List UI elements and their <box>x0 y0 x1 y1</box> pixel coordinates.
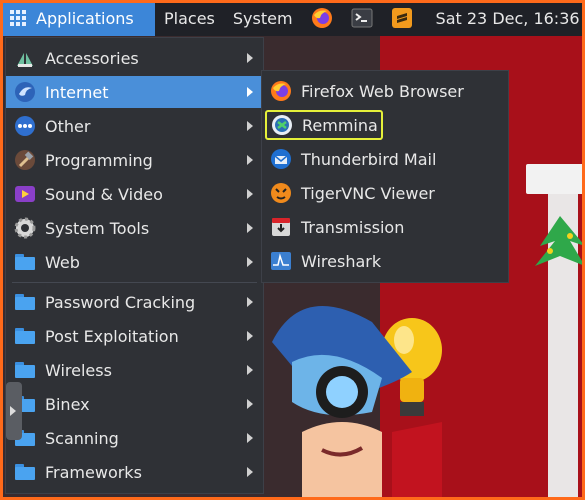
menu-item-label: Programming <box>45 150 153 170</box>
terminal-icon <box>351 8 373 28</box>
menu-item-internet[interactable]: Internet <box>6 76 263 108</box>
applications-menu-button[interactable]: Applications <box>0 0 155 36</box>
app-grid-icon <box>10 10 26 26</box>
expand-arrow-icon <box>10 406 16 416</box>
submenu-item-remmina[interactable]: Remmina <box>265 110 383 140</box>
terminal-launcher[interactable] <box>351 7 373 29</box>
menu-item-sound-video[interactable]: Sound & Video <box>6 178 263 210</box>
remmina-icon <box>271 114 293 136</box>
sound-video-icon <box>14 183 36 205</box>
submenu-item-label: Remmina <box>302 115 378 135</box>
menu-item-label: Post Exploitation <box>45 326 179 346</box>
submenu-item-wireshark[interactable]: Wireshark <box>262 245 508 277</box>
menu-item-post-exploitation[interactable]: Post Exploitation <box>6 320 263 352</box>
applications-label: Applications <box>36 8 134 28</box>
menu-item-label: Web <box>45 252 80 272</box>
submenu-arrow-icon <box>247 189 253 199</box>
menu-item-label: Frameworks <box>45 462 142 482</box>
folder-icon <box>14 291 36 313</box>
submenu-item-label: Wireshark <box>301 251 382 271</box>
submenu-arrow-icon <box>247 399 253 409</box>
folder-icon <box>14 461 36 483</box>
submenu-arrow-icon <box>247 365 253 375</box>
submenu-item-label: Transmission <box>301 217 405 237</box>
submenu-arrow-icon <box>247 297 253 307</box>
submenu-arrow-icon <box>247 257 253 267</box>
menu-item-frameworks[interactable]: Frameworks <box>6 456 263 488</box>
sublime-launcher[interactable] <box>391 7 413 29</box>
menu-item-label: Internet <box>45 82 109 102</box>
menu-item-password-cracking[interactable]: Password Cracking <box>6 286 263 318</box>
menu-item-label: Scanning <box>45 428 119 448</box>
dock-expand-handle[interactable] <box>6 382 22 440</box>
menu-item-label: System Tools <box>45 218 150 238</box>
submenu-arrow-icon <box>247 87 253 97</box>
other-icon <box>14 115 36 137</box>
applications-menu: Accessories Internet Other Programming S… <box>5 37 264 494</box>
submenu-arrow-icon <box>247 223 253 233</box>
transmission-icon <box>270 216 292 238</box>
submenu-item-label: TigerVNC Viewer <box>301 183 435 203</box>
menu-item-label: Wireless <box>45 360 112 380</box>
places-label: Places <box>164 8 215 28</box>
folder-icon <box>14 359 36 381</box>
submenu-arrow-icon <box>247 155 253 165</box>
firefox-icon <box>311 8 332 28</box>
sublime-text-icon <box>391 8 412 28</box>
wireshark-icon <box>270 250 292 272</box>
clock[interactable]: Sat 23 Dec, 16:36 <box>436 9 580 28</box>
menu-item-other[interactable]: Other <box>6 110 263 142</box>
internet-submenu: Firefox Web Browser Remmina Thunderbird … <box>261 70 509 283</box>
firefox-icon <box>270 80 292 102</box>
submenu-arrow-icon <box>247 53 253 63</box>
menu-item-programming[interactable]: Programming <box>6 144 263 176</box>
places-menu-button[interactable]: Places <box>155 0 224 36</box>
system-menu-button[interactable]: System <box>224 0 302 36</box>
wallpaper-character <box>272 306 442 500</box>
submenu-item-transmission[interactable]: Transmission <box>262 211 508 243</box>
submenu-item-tigervnc[interactable]: TigerVNC Viewer <box>262 177 508 209</box>
menu-item-web[interactable]: Web <box>6 246 263 278</box>
tigervnc-icon <box>270 182 292 204</box>
submenu-item-label: Firefox Web Browser <box>301 81 464 101</box>
menu-item-label: Accessories <box>45 48 139 68</box>
submenu-item-label: Thunderbird Mail <box>301 149 437 169</box>
programming-icon <box>14 149 36 171</box>
submenu-arrow-icon <box>247 331 253 341</box>
thunderbird-icon <box>270 148 292 170</box>
top-panel: Applications Places System Sat 23 Dec, 1… <box>0 0 585 36</box>
menu-item-scanning[interactable]: Scanning <box>6 422 263 454</box>
accessories-icon <box>14 47 36 69</box>
submenu-item-firefox[interactable]: Firefox Web Browser <box>262 75 508 107</box>
menu-item-accessories[interactable]: Accessories <box>6 42 263 74</box>
menu-item-wireless[interactable]: Wireless <box>6 354 263 386</box>
menu-item-system-tools[interactable]: System Tools <box>6 212 263 244</box>
submenu-arrow-icon <box>247 433 253 443</box>
menu-item-label: Sound & Video <box>45 184 163 204</box>
wallpaper-plant <box>535 216 585 266</box>
firefox-launcher[interactable] <box>311 7 333 29</box>
menu-item-label: Password Cracking <box>45 292 196 312</box>
submenu-arrow-icon <box>247 121 253 131</box>
wallpaper-shelf <box>526 164 585 194</box>
submenu-arrow-icon <box>247 467 253 477</box>
folder-icon <box>14 251 36 273</box>
folder-icon <box>14 325 36 347</box>
internet-icon <box>14 81 36 103</box>
menu-item-binex[interactable]: Binex <box>6 388 263 420</box>
menu-separator <box>12 282 257 283</box>
system-label: System <box>232 8 293 28</box>
system-tools-icon <box>14 217 36 239</box>
menu-item-label: Binex <box>45 394 90 414</box>
submenu-item-thunderbird[interactable]: Thunderbird Mail <box>262 143 508 175</box>
menu-item-label: Other <box>45 116 91 136</box>
